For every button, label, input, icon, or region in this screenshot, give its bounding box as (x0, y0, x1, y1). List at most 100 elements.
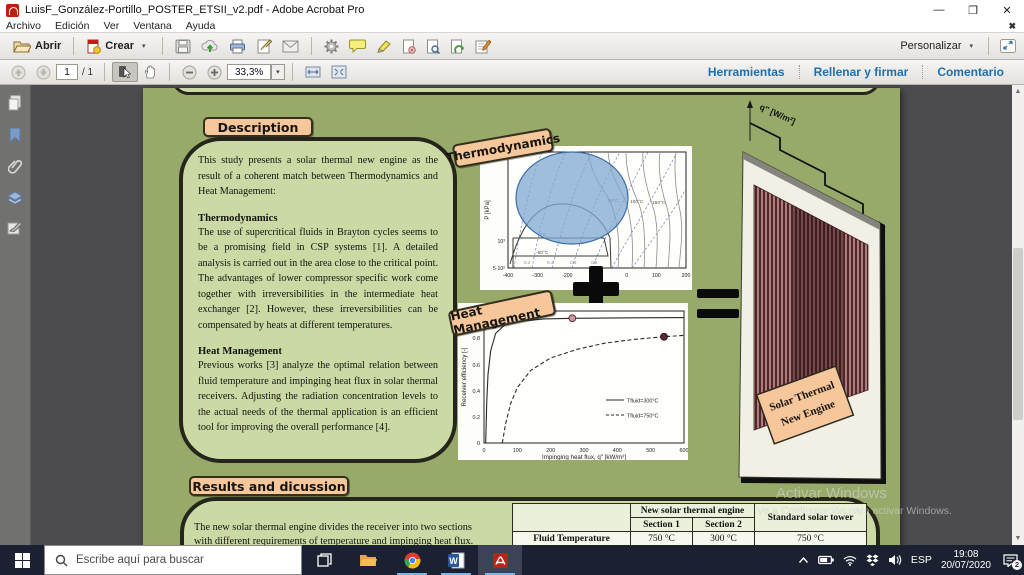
minimize-button[interactable]: — (922, 0, 956, 20)
description-tag: Description (203, 117, 313, 137)
language-indicator[interactable]: ESP (911, 554, 932, 566)
fit-width-button[interactable] (300, 63, 326, 81)
menu-ayuda[interactable]: Ayuda (186, 20, 216, 32)
word-button[interactable]: W (434, 545, 478, 575)
vertical-scrollbar[interactable]: ▲ ▼ (1012, 85, 1024, 545)
zoom-level-input[interactable]: 33,3% (227, 64, 271, 80)
tab-comentario[interactable]: Comentario (922, 65, 1018, 79)
thermo-xtick: -200 (562, 273, 572, 279)
layers-icon[interactable] (7, 191, 23, 205)
menu-ver[interactable]: Ver (103, 20, 119, 32)
separator (162, 37, 163, 55)
results-line1: The new solar thermal engine divides the… (194, 521, 524, 535)
speaker-icon[interactable] (888, 554, 902, 566)
menu-archivo[interactable]: Archivo (6, 20, 41, 32)
thermodynamics-heading: Thermodynamics (198, 213, 438, 224)
email-button[interactable] (277, 38, 304, 55)
dropbox-icon[interactable] (866, 554, 879, 566)
sign-document-icon (256, 39, 272, 54)
hm-ytick: 0.6 (473, 363, 481, 369)
create-button[interactable]: Crear ▾ (81, 37, 154, 56)
settings-button[interactable] (319, 37, 344, 56)
description-panel: This study presents a solar thermal new … (179, 137, 457, 463)
tray-chevron-icon[interactable] (798, 556, 809, 564)
svg-text:W: W (449, 556, 458, 566)
open-folder-icon (13, 39, 31, 53)
table-row-fluid-temperature: Fluid Temperature 750 °C 300 °C 750 °C (513, 532, 867, 546)
fill-sign-button[interactable] (470, 37, 496, 56)
scrollbar-thumb[interactable] (1013, 248, 1023, 420)
menu-edicion[interactable]: Edición (55, 20, 89, 32)
search-icon (55, 554, 68, 567)
open-button[interactable]: Abrir (8, 37, 66, 55)
marker-750c (661, 333, 668, 340)
printer-icon (229, 39, 246, 54)
clock[interactable]: 19:08 20/07/2020 (941, 549, 991, 571)
create-dropdown-arrow[interactable]: ▾ (138, 40, 150, 52)
sign-document-button[interactable] (251, 37, 277, 56)
thermodynamics-chart: 0.2 0.4 0.6 0.8 -50°C 0°C 50°C 100°C 150… (480, 146, 692, 290)
print-button[interactable] (224, 37, 251, 56)
table-standard-header: Standard solar tower (755, 504, 867, 532)
fill-sign-icon (475, 39, 491, 54)
menu-ventana[interactable]: Ventana (133, 20, 172, 32)
next-page-button[interactable] (31, 63, 56, 82)
share-cloud-button[interactable] (196, 37, 224, 56)
zoom-in-button[interactable] (202, 63, 227, 82)
hm-ytick: 0 (477, 441, 480, 447)
page-thumbnails-icon[interactable] (7, 95, 23, 111)
hand-tool-button[interactable] (138, 63, 162, 81)
file-explorer-button[interactable] (346, 545, 390, 575)
tab-herramientas[interactable]: Herramientas (694, 65, 799, 79)
zoom-dropdown-arrow[interactable]: ▾ (271, 64, 285, 80)
attachments-icon[interactable] (8, 159, 22, 175)
results-tag: Results and dicussion (189, 476, 349, 496)
previous-page-button[interactable] (6, 63, 31, 82)
comment-button[interactable] (344, 37, 371, 55)
separator (311, 37, 312, 55)
save-button[interactable] (170, 37, 196, 56)
select-tool-button[interactable] (112, 62, 138, 82)
thermo-ylabel: P [kPa] (485, 200, 491, 220)
task-view-button[interactable] (302, 545, 346, 575)
tab-rellenar-firmar[interactable]: Rellenar y firmar (799, 65, 923, 79)
screen: LuisF_González-Portillo_POSTER_ETSII_v2.… (0, 0, 1024, 575)
menubar-close-icon[interactable]: ✖ (1008, 21, 1016, 32)
document-search-button[interactable] (421, 37, 445, 56)
personalize-dropdown-arrow[interactable]: ▾ (965, 40, 977, 52)
zoom-out-button[interactable] (177, 63, 202, 82)
notification-center-button[interactable]: 2 (1003, 554, 1018, 567)
separator (988, 37, 989, 55)
highlighter-icon (376, 39, 392, 53)
expand-tools-icon[interactable] (1000, 39, 1016, 53)
windows-logo-icon (15, 553, 30, 568)
personalize-label[interactable]: Personalizar (900, 40, 961, 52)
acrobat-icon (492, 552, 509, 569)
chrome-button[interactable] (390, 545, 434, 575)
acrobat-taskbar-button[interactable] (478, 545, 522, 575)
bookmarks-icon[interactable] (8, 127, 22, 143)
page-number-input[interactable] (56, 64, 78, 80)
zoom-in-icon (207, 65, 222, 80)
settings-gear-icon (324, 39, 339, 54)
page-down-icon (36, 65, 51, 80)
document-export-button[interactable] (445, 37, 470, 56)
hm-xtick: 0 (483, 448, 486, 454)
maximize-button[interactable]: ❐ (956, 0, 990, 20)
scroll-down-icon[interactable]: ▼ (1012, 532, 1024, 545)
wifi-icon[interactable] (843, 555, 857, 566)
document-delete-button[interactable] (397, 37, 421, 56)
isotherm-150: 150°C (652, 200, 666, 206)
isotherm-100: 100°C (630, 199, 644, 205)
highlight-button[interactable] (371, 37, 397, 55)
close-button[interactable]: ✕ (990, 0, 1024, 20)
results-panel: The new solar thermal engine divides the… (180, 497, 880, 545)
start-button[interactable] (0, 545, 44, 575)
scroll-up-icon[interactable]: ▲ (1012, 85, 1024, 98)
battery-icon[interactable] (818, 555, 834, 565)
taskbar-search-input[interactable]: Escribe aquí para buscar (44, 545, 302, 575)
fit-page-button[interactable] (326, 63, 352, 81)
signatures-icon[interactable] (7, 221, 23, 236)
select-cursor-icon (118, 65, 132, 79)
create-pdf-icon (86, 39, 101, 54)
